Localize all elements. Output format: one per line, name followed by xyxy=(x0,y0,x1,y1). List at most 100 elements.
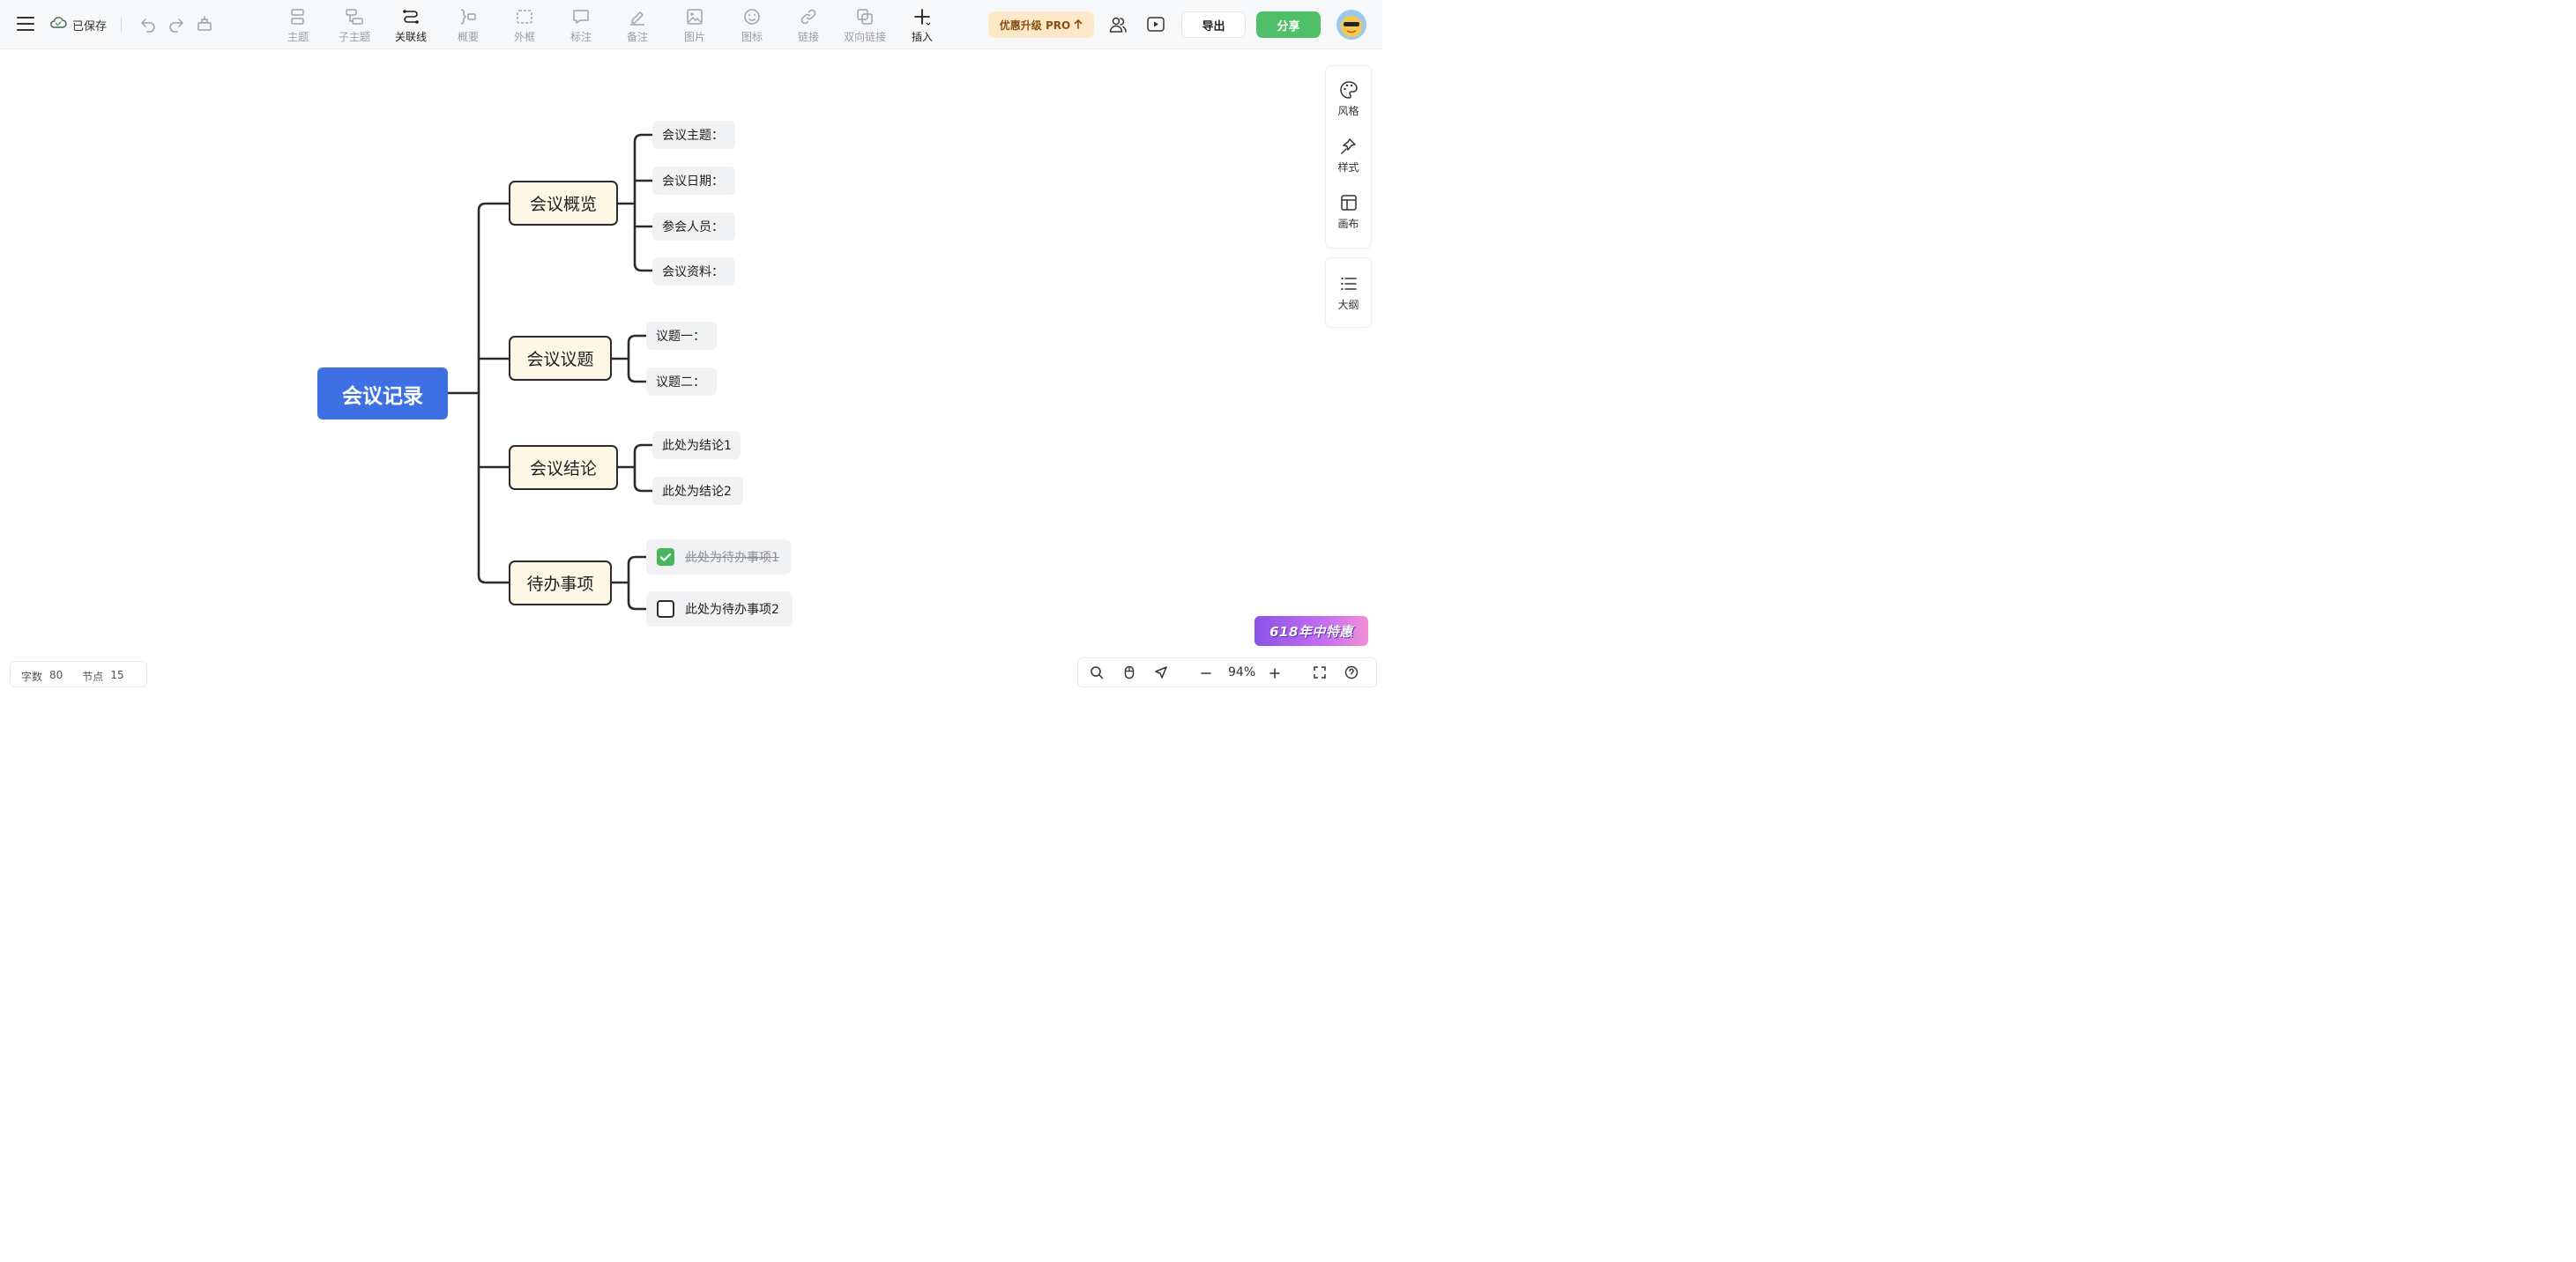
tool-boundary[interactable]: 外框 xyxy=(500,7,549,46)
relation-line-icon xyxy=(403,10,419,24)
outline-list-icon xyxy=(1340,277,1357,291)
todo-item-text: 此处为待办事项1 xyxy=(685,551,779,565)
tool-link[interactable]: 链接 xyxy=(784,7,833,46)
tool-summary[interactable]: 概要 xyxy=(443,7,493,46)
save-status: 已保存 xyxy=(49,16,107,33)
top-toolbar: 已保存 主题 子主题 关联线 概要 外框 标注 备注 图片 图标 链接 双向链接… xyxy=(0,0,1382,49)
fit-screen-icon[interactable] xyxy=(1313,665,1327,683)
subtopic-agenda-2[interactable]: 议题二： xyxy=(646,367,717,396)
export-button[interactable]: 导出 xyxy=(1181,11,1246,38)
checkbox-checked-icon[interactable] xyxy=(657,548,674,566)
link-icon xyxy=(800,9,816,25)
tool-label: 主题 xyxy=(287,31,309,43)
outline-panel: 大纲 xyxy=(1325,257,1372,328)
side-button-style[interactable]: 样式 xyxy=(1326,133,1371,179)
toolbar-divider xyxy=(121,18,122,32)
upgrade-pro-button[interactable]: 优惠升级 PRO xyxy=(988,11,1094,38)
side-button-label: 风格 xyxy=(1337,105,1359,117)
branch-topic-overview[interactable]: 会议概览 xyxy=(509,181,618,226)
callout-icon xyxy=(573,10,589,24)
root-topic[interactable]: 会议记录 xyxy=(317,367,448,419)
subtopic-meeting-topic[interactable]: 会议主题： xyxy=(652,121,735,149)
help-icon[interactable] xyxy=(1344,665,1359,683)
tool-topic[interactable]: 主题 xyxy=(273,7,323,46)
zoom-in-button[interactable] xyxy=(1269,665,1281,683)
tool-subtopic[interactable]: 子主题 xyxy=(330,7,379,46)
tool-label: 图片 xyxy=(683,31,705,43)
arrow-up-icon xyxy=(1074,19,1083,32)
subtopic-conclusion-1[interactable]: 此处为结论1 xyxy=(652,431,741,459)
emoji-icon xyxy=(744,9,760,25)
tool-relation-line[interactable]: 关联线 xyxy=(386,7,436,46)
node-count-label: 节点 xyxy=(82,671,104,683)
side-panel: 风格 样式 画布 xyxy=(1325,65,1372,249)
presentation-icon[interactable] xyxy=(1146,15,1165,34)
subtopic-attendees[interactable]: 参会人员： xyxy=(652,212,735,241)
side-button-label: 样式 xyxy=(1337,161,1359,174)
tool-label: 标注 xyxy=(570,31,592,43)
mouse-icon[interactable] xyxy=(1122,665,1136,683)
summary-icon xyxy=(460,9,476,25)
word-count-label: 字数 xyxy=(21,671,43,683)
redo-icon[interactable] xyxy=(168,15,185,33)
tool-label: 链接 xyxy=(797,31,819,43)
share-button[interactable]: 分享 xyxy=(1256,11,1321,38)
note-icon xyxy=(630,11,644,26)
tool-insert[interactable]: 插入 xyxy=(897,7,947,46)
tool-label: 子主题 xyxy=(338,31,370,43)
tool-label: 关联线 xyxy=(394,31,427,43)
tool-label: 双向链接 xyxy=(843,31,886,43)
tool-bidirectional-link[interactable]: 双向链接 xyxy=(840,7,890,46)
bidirectional-link-icon xyxy=(857,9,873,25)
avatar[interactable] xyxy=(1336,10,1366,40)
style-icon xyxy=(1340,138,1356,154)
menu-icon[interactable] xyxy=(16,14,35,33)
plus-icon xyxy=(914,9,931,26)
format-painter-icon[interactable] xyxy=(196,15,213,33)
document-stats: 字数 80 节点 15 xyxy=(10,661,147,687)
side-button-label: 大纲 xyxy=(1337,299,1359,311)
side-button-outline[interactable]: 大纲 xyxy=(1326,271,1371,316)
tool-note[interactable]: 备注 xyxy=(613,7,662,46)
zoom-toolbar: 94% xyxy=(1077,657,1377,687)
cursor-arrow-icon[interactable] xyxy=(1154,665,1168,683)
branch-topic-agenda[interactable]: 会议议题 xyxy=(509,336,612,381)
boundary-icon xyxy=(517,10,532,24)
zoom-level[interactable]: 94% xyxy=(1228,665,1255,679)
palette-icon xyxy=(1339,81,1358,99)
side-button-label: 画布 xyxy=(1337,218,1359,230)
checkbox-unchecked-icon[interactable] xyxy=(657,600,674,618)
subtopic-materials[interactable]: 会议资料： xyxy=(652,257,735,286)
side-button-canvas[interactable]: 画布 xyxy=(1326,189,1371,235)
todo-item-1[interactable]: 此处为待办事项1 xyxy=(646,539,791,575)
side-button-theme[interactable]: 风格 xyxy=(1326,77,1371,122)
tool-callout[interactable]: 标注 xyxy=(556,7,606,46)
tool-label: 插入 xyxy=(911,31,933,43)
tool-emoji[interactable]: 图标 xyxy=(727,7,777,46)
topic-icon xyxy=(291,9,304,25)
search-icon[interactable] xyxy=(1090,665,1104,683)
zoom-out-button[interactable] xyxy=(1200,665,1212,683)
tool-image[interactable]: 图片 xyxy=(670,7,719,46)
subtopic-conclusion-2[interactable]: 此处为结论2 xyxy=(652,477,743,505)
undo-icon[interactable] xyxy=(139,15,157,33)
promo-banner[interactable]: 618年中特惠 xyxy=(1254,616,1368,646)
tool-label: 图标 xyxy=(741,31,763,43)
branch-topic-todo[interactable]: 待办事项 xyxy=(509,560,612,605)
upgrade-pro-label: 优惠升级 PRO xyxy=(999,19,1071,32)
collaborators-icon[interactable] xyxy=(1108,15,1128,34)
tool-label: 概要 xyxy=(457,31,479,43)
subtopic-icon xyxy=(346,9,363,25)
image-icon xyxy=(687,9,703,25)
todo-item-2[interactable]: 此处为待办事项2 xyxy=(646,591,793,627)
subtopic-meeting-date[interactable]: 会议日期： xyxy=(652,167,735,195)
node-count-value: 15 xyxy=(110,669,124,681)
tool-label: 备注 xyxy=(626,31,648,43)
canvas-layout-icon xyxy=(1340,195,1357,211)
branch-topic-conclusion[interactable]: 会议结论 xyxy=(509,445,618,490)
subtopic-agenda-1[interactable]: 议题一： xyxy=(646,322,717,350)
cloud-check-icon xyxy=(49,16,67,33)
save-status-text: 已保存 xyxy=(72,19,108,33)
todo-item-text: 此处为待办事项2 xyxy=(685,603,779,617)
word-count-value: 80 xyxy=(49,669,63,681)
